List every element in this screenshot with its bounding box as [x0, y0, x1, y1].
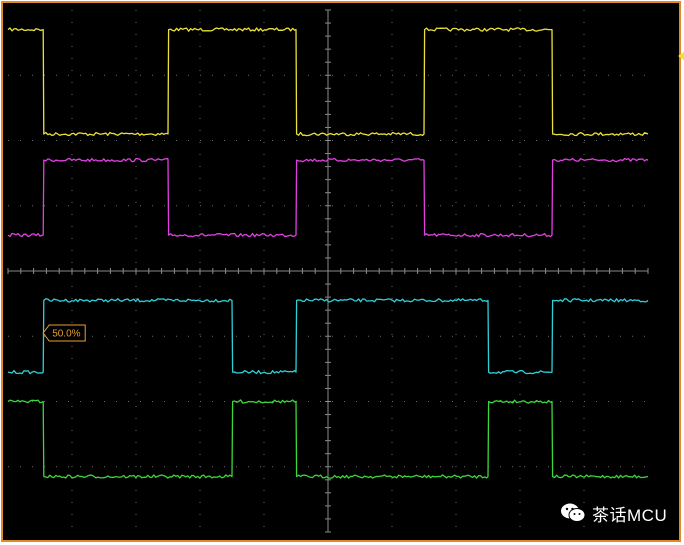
percent-marker: 50.0%	[42, 324, 86, 342]
watermark-text: 茶话MCU	[592, 505, 668, 525]
wechat-icon	[560, 502, 586, 524]
oscilloscope-display: 50.0%	[1, 1, 684, 542]
percent-marker-label: 50.0%	[52, 328, 80, 339]
watermark: 茶话MCU	[560, 498, 684, 528]
